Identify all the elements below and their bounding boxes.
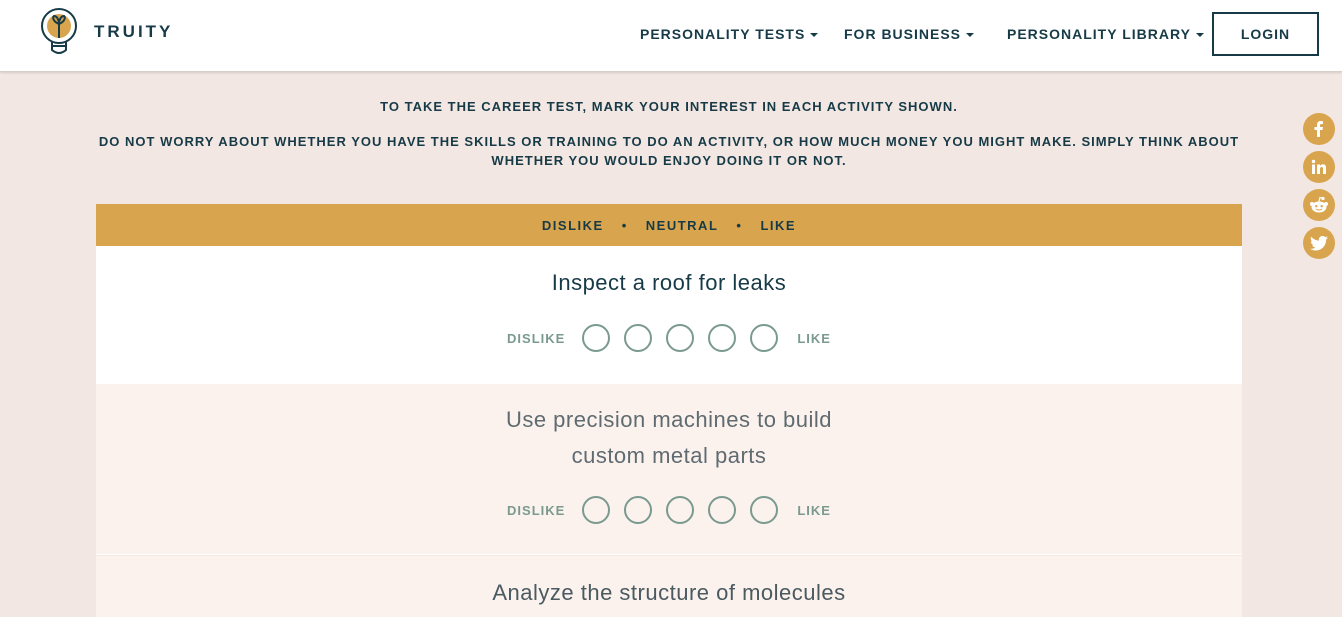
like-label: LIKE [797, 502, 831, 518]
dislike-label: DISLIKE [507, 502, 566, 518]
rating-radio-5[interactable] [750, 496, 779, 524]
linkedin-share-button[interactable] [1303, 151, 1335, 183]
question-card: Use precision machines to build custom m… [96, 384, 1242, 555]
caret-down-icon [1195, 33, 1204, 38]
logo[interactable]: TRUITY [38, 6, 173, 58]
scale-header-neutral: NEUTRAL [645, 217, 719, 233]
rating-radio-2[interactable] [624, 496, 653, 524]
reddit-share-button[interactable] [1303, 189, 1335, 221]
twitter-share-button[interactable] [1303, 227, 1335, 259]
lightbulb-logo-icon [41, 8, 77, 54]
linkedin-icon [1311, 159, 1326, 174]
rating-radio-2[interactable] [624, 324, 653, 352]
scale-header-like: LIKE [760, 217, 797, 233]
scale-header-separator: • [621, 217, 628, 233]
nav-personality-tests[interactable]: PERSONALITY TESTS [640, 26, 819, 42]
scale-header-separator: • [736, 217, 743, 233]
rating-radio-3[interactable] [666, 324, 695, 352]
instructions-line-2: DO NOT WORRY ABOUT WHETHER YOU HAVE THE … [98, 134, 1240, 168]
nav-personality-library[interactable]: PERSONALITY LIBRARY [1007, 26, 1204, 42]
brand-name: TRUITY [94, 22, 174, 41]
rating-radio-5[interactable] [750, 324, 779, 352]
rating-scale: DISLIKE LIKE [96, 324, 1242, 352]
dislike-label: DISLIKE [507, 330, 566, 346]
site-header: TRUITY PERSONALITY TESTS FOR BUSINESS PE… [0, 0, 1342, 72]
rating-radio-3[interactable] [666, 496, 695, 524]
rating-radio-4[interactable] [708, 496, 737, 524]
question-text: Inspect a roof for leaks [551, 270, 787, 295]
rating-radio-1[interactable] [582, 324, 611, 352]
rating-scale: DISLIKE LIKE [96, 496, 1242, 524]
question-card: Analyze the structure of molecules [96, 556, 1242, 617]
facebook-share-button[interactable] [1303, 113, 1335, 145]
nav-for-business[interactable]: FOR BUSINESS [844, 26, 975, 42]
scale-header-dislike: DISLIKE [541, 217, 604, 233]
rating-radio-1[interactable] [582, 496, 611, 524]
nav-for-business-label: FOR BUSINESS [844, 26, 962, 42]
facebook-icon [1314, 121, 1323, 137]
like-label: LIKE [797, 330, 831, 346]
question-text: Analyze the structure of molecules [492, 580, 846, 605]
rating-radio-4[interactable] [708, 324, 737, 352]
caret-down-icon [810, 33, 819, 38]
login-button[interactable]: LOGIN [1212, 12, 1319, 56]
scale-header-bar: DISLIKE • NEUTRAL • LIKE [96, 204, 1242, 246]
instructions-line-1: TO TAKE THE CAREER TEST, MARK YOUR INTER… [380, 99, 958, 114]
caret-down-icon [966, 33, 975, 38]
question-text: Use precision machines to build custom m… [505, 407, 833, 468]
question-card: Inspect a roof for leaks DISLIKE LIKE [96, 246, 1242, 384]
nav-personality-tests-label: PERSONALITY TESTS [640, 26, 806, 42]
twitter-icon [1310, 235, 1328, 250]
nav-personality-library-label: PERSONALITY LIBRARY [1007, 26, 1191, 42]
reddit-icon [1310, 196, 1328, 213]
